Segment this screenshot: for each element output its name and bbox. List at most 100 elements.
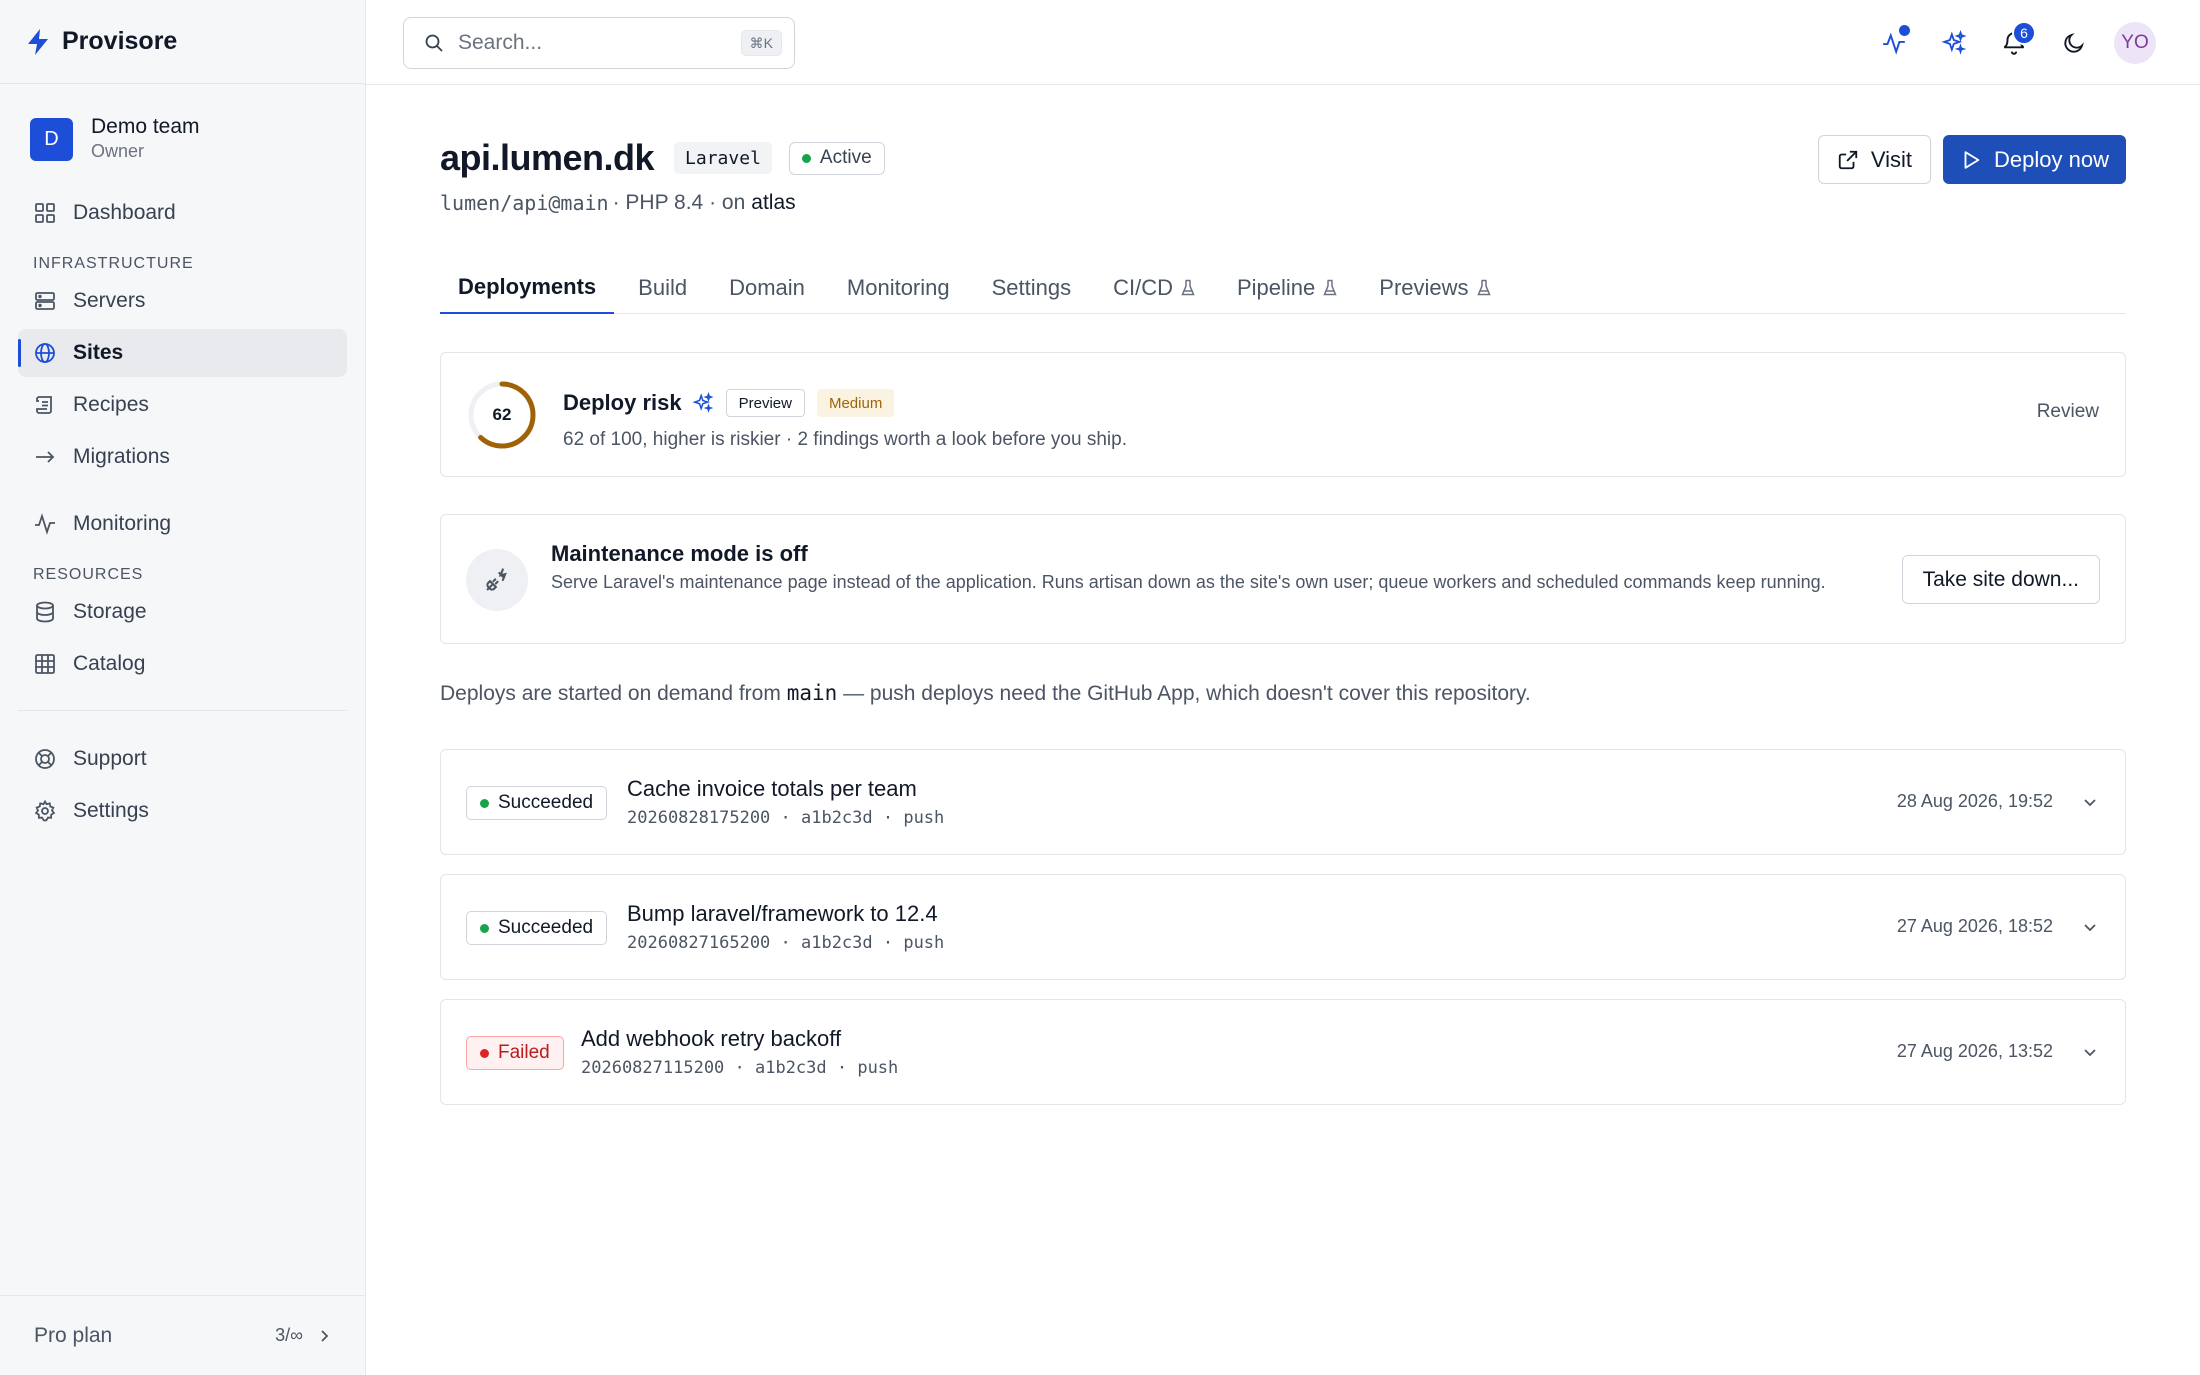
tab-build[interactable]: Build (620, 262, 705, 314)
sidebar-item-label: Support (73, 747, 147, 770)
risk-level-badge: Medium (816, 389, 895, 417)
status-dot (801, 153, 811, 163)
sidebar-item-label: Sites (73, 341, 124, 364)
table-icon (33, 652, 57, 676)
sidebar-item-label: Recipes (73, 393, 149, 416)
theme-toggle[interactable] (2054, 23, 2094, 63)
site-subtitle: lumen/api@main · PHP 8.4 · on atlas (440, 191, 796, 215)
tab-label: Pipeline (1237, 275, 1316, 300)
visit-label: Visit (1870, 146, 1913, 172)
activity-button[interactable] (1874, 23, 1914, 63)
team-role: Owner (91, 141, 145, 161)
plan-name: Pro plan (34, 1323, 113, 1347)
flask-icon (1476, 279, 1491, 297)
deployment-time: 27 Aug 2026, 13:52 (1896, 1041, 2053, 1061)
sidebar-item-recipes[interactable]: Recipes (18, 381, 347, 429)
repo-ref: lumen/api@main (440, 191, 609, 215)
deployment-status-badge: Succeeded (466, 786, 608, 820)
deployment-title: Cache invoice totals per team (627, 776, 917, 801)
user-avatar[interactable]: YO (2114, 22, 2156, 64)
gear-icon (33, 799, 57, 823)
tab-settings[interactable]: Settings (974, 262, 1090, 314)
search-icon (424, 33, 444, 53)
maintenance-description: Serve Laravel's maintenance page instead… (551, 572, 1826, 592)
external-link-icon (1837, 149, 1871, 171)
sidebar-item-label: Dashboard (73, 201, 176, 224)
deployment-time: 28 Aug 2026, 19:52 (1896, 791, 2053, 811)
server-link[interactable]: atlas (751, 191, 795, 215)
site-tabs: Deployments Build Domain Monitoring Sett… (440, 262, 2126, 314)
tab-previews[interactable]: Previews (1361, 262, 1508, 314)
search-placeholder: Search... (458, 31, 543, 54)
chevron-down-icon[interactable] (2081, 1043, 2099, 1061)
moon-icon (2062, 31, 2086, 55)
deployment-meta: 20260827115200 · a1b2c3d · push (581, 1058, 899, 1078)
sidebar-nav: Dashboard INFRASTRUCTURE Servers Sites R… (0, 189, 365, 835)
deployment-row[interactable]: Succeeded Bump laravel/framework to 12.4… (440, 874, 2126, 980)
server-icon (33, 289, 57, 313)
deployment-meta: 20260828175200 · a1b2c3d · push (627, 808, 945, 828)
tab-pipeline[interactable]: Pipeline (1219, 262, 1355, 314)
status-dot (480, 923, 489, 933)
lifebuoy-icon (33, 747, 57, 771)
sidebar-item-migrations[interactable]: Migrations (18, 433, 347, 481)
tab-label: Build (638, 275, 688, 300)
sidebar-item-settings[interactable]: Settings (18, 787, 347, 835)
notifications-button[interactable]: 6 (1994, 21, 2036, 63)
unplug-icon (466, 549, 528, 611)
visit-button[interactable]: Visit (1817, 135, 1932, 184)
search-input[interactable]: Search... ⌘K (403, 17, 795, 69)
database-icon (33, 600, 57, 624)
sidebar-item-storage[interactable]: Storage (18, 588, 347, 636)
branch-name: main (786, 681, 838, 705)
page-title: api.lumen.dk (440, 137, 655, 178)
deployment-row[interactable]: Failed Add webhook retry backoff 2026082… (440, 999, 2126, 1105)
sidebar-item-support[interactable]: Support (18, 735, 347, 783)
sidebar-item-label: Catalog (73, 652, 146, 675)
tab-monitoring[interactable]: Monitoring (829, 262, 968, 314)
status-label: Succeeded (498, 917, 594, 938)
deployment-meta: 20260827165200 · a1b2c3d · push (627, 933, 945, 953)
status-label: Succeeded (498, 792, 594, 813)
grid-icon (33, 201, 57, 225)
tab-cicd[interactable]: CI/CD (1095, 262, 1213, 314)
review-link[interactable]: Review (2037, 401, 2099, 423)
tab-deployments[interactable]: Deployments (440, 262, 615, 314)
deploy-label: Deploy now (1994, 146, 2109, 172)
tab-label: CI/CD (1113, 275, 1173, 300)
maintenance-card: Maintenance mode is off Serve Laravel's … (440, 514, 2126, 644)
risk-description: 62 of 100, higher is riskier · 2 finding… (563, 429, 1127, 450)
ai-assistant-button[interactable] (1934, 23, 1974, 63)
take-site-down-button[interactable]: Take site down... (1901, 555, 2100, 604)
play-icon (1960, 149, 1994, 171)
sidebar-item-servers[interactable]: Servers (18, 277, 347, 325)
chevron-down-icon[interactable] (2081, 918, 2099, 936)
arrow-right-icon (33, 445, 57, 469)
team-switcher[interactable]: D Demo team Owner (0, 84, 365, 163)
preview-chip: Preview (725, 389, 805, 417)
sidebar-item-label: Migrations (73, 445, 170, 468)
tab-label: Previews (1379, 275, 1469, 300)
flask-icon (1181, 279, 1195, 297)
plan-footer[interactable]: Pro plan 3/∞ (0, 1295, 365, 1375)
deployment-title: Bump laravel/framework to 12.4 (627, 901, 938, 926)
deployment-status-badge: Failed (466, 1036, 564, 1070)
sidebar-item-monitoring[interactable]: Monitoring (18, 500, 347, 548)
sidebar-item-catalog[interactable]: Catalog (18, 640, 347, 688)
status-badge: Active (788, 141, 885, 175)
sidebar-item-sites[interactable]: Sites (18, 329, 347, 377)
deployment-row[interactable]: Succeeded Cache invoice totals per team … (440, 749, 2126, 855)
chevron-down-icon[interactable] (2081, 793, 2099, 811)
tab-label: Settings (991, 275, 1072, 300)
topbar: Search... ⌘K 6 YO (366, 0, 2200, 85)
brand[interactable]: Provisore (0, 0, 365, 84)
tab-domain[interactable]: Domain (711, 262, 823, 314)
deploy-now-button[interactable]: Deploy now (1943, 135, 2126, 184)
deployment-title: Add webhook retry backoff (581, 1026, 842, 1051)
risk-score: 62 (492, 405, 512, 424)
activity-icon (33, 512, 57, 536)
globe-icon (33, 341, 57, 365)
sidebar-item-dashboard[interactable]: Dashboard (18, 189, 347, 237)
maintenance-title: Maintenance mode is off (551, 541, 808, 566)
plan-usage: 3/∞ (275, 1325, 303, 1345)
